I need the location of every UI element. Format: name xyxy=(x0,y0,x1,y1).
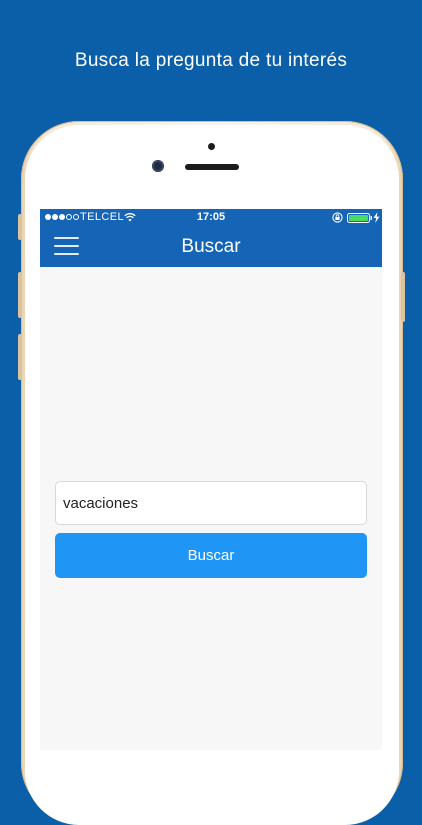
status-time: 17:05 xyxy=(196,211,226,223)
status-bar: TELCEL 17:05 xyxy=(40,209,382,227)
rotation-lock-icon xyxy=(332,212,343,223)
earpiece-speaker xyxy=(185,164,239,170)
battery-icon xyxy=(347,213,372,223)
app-screen: TELCEL 17:05 Buscar Buscar xyxy=(40,209,382,750)
charging-bolt-icon xyxy=(373,212,380,223)
page-title: Buscar xyxy=(181,236,241,257)
promo-caption: Busca la pregunta de tu interés xyxy=(74,50,348,71)
phone-mute-switch xyxy=(18,214,22,240)
search-input[interactable] xyxy=(55,481,367,525)
phone-power-button xyxy=(401,272,405,322)
front-camera xyxy=(152,160,164,172)
nav-bar: Buscar xyxy=(40,227,382,267)
phone-volume-up xyxy=(18,272,22,318)
phone-volume-down xyxy=(18,334,22,380)
search-button[interactable]: Buscar xyxy=(55,533,367,578)
proximity-sensor xyxy=(208,143,215,150)
